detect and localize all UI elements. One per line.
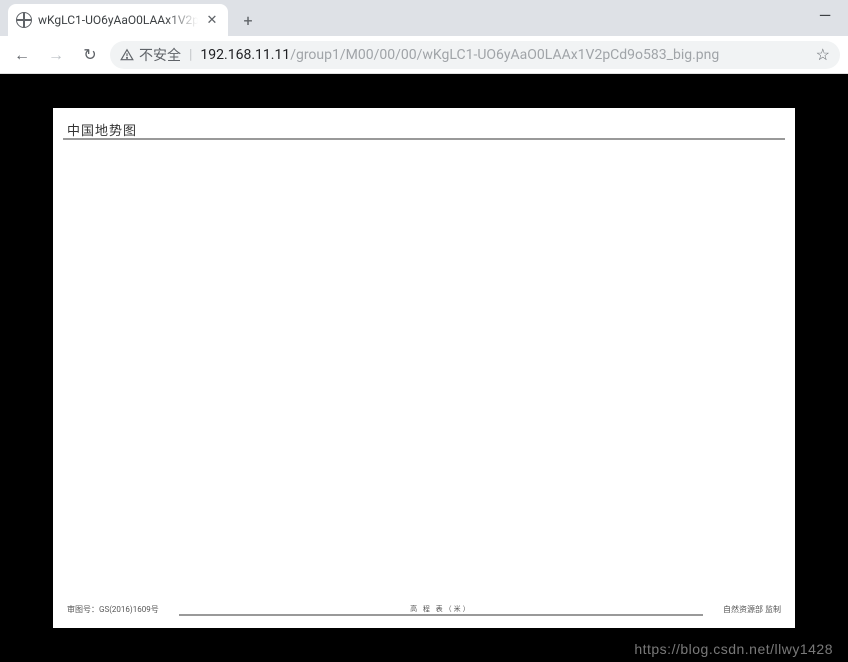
graticule-line bbox=[64, 139, 784, 140]
globe-icon bbox=[16, 12, 32, 28]
url-host: 192.168.11.11 bbox=[200, 47, 290, 63]
elevation-label: 高 程 表（米） bbox=[410, 604, 471, 614]
map-title: 中国地势图 bbox=[67, 120, 137, 139]
window-controls: — bbox=[802, 0, 848, 30]
insecure-icon: 不安全 bbox=[120, 45, 181, 65]
tab-strip: wKgLC1-UO6yAaO0LAAx1V2p ✕ + — bbox=[0, 0, 848, 36]
url-text: 192.168.11.11/group1/M00/00/00/wKgLC1-UO… bbox=[200, 47, 807, 63]
browser-tab[interactable]: wKgLC1-UO6yAaO0LAAx1V2p ✕ bbox=[8, 4, 228, 36]
new-tab-button[interactable]: + bbox=[234, 6, 262, 34]
graticule-line bbox=[64, 139, 784, 140]
graticule-line bbox=[64, 139, 784, 140]
graticule-line bbox=[64, 139, 784, 140]
elevation-bar: 高 程 表（米） bbox=[179, 604, 703, 614]
toolbar: ← → ↻ 不安全 | 192.168.11.11/group1/M00/00/… bbox=[0, 36, 848, 74]
map-image[interactable]: 中国地势图 南海诸岛 图例 国界省级行政区界地级界首都北京省级行政中 bbox=[53, 108, 795, 628]
tab-title: wKgLC1-UO6yAaO0LAAx1V2p bbox=[38, 13, 198, 27]
graticule-line bbox=[64, 139, 784, 140]
image-viewer: 中国地势图 南海诸岛 图例 国界省级行政区界地级界首都北京省级行政中 bbox=[0, 74, 848, 662]
address-bar[interactable]: 不安全 | 192.168.11.11/group1/M00/00/00/wKg… bbox=[110, 41, 840, 69]
map-canvas: 南海诸岛 图例 国界省级行政区界地级界首都北京省级行政中心（台湾省除外）河流 1… bbox=[63, 138, 785, 140]
reload-button[interactable]: ↻ bbox=[76, 41, 104, 69]
minimize-button[interactable]: — bbox=[802, 0, 848, 30]
map-scale: 1:16 000 000 bbox=[74, 138, 180, 140]
url-path: /group1/M00/00/00/wKgLC1-UO6yAaO0LAAx1V2… bbox=[290, 47, 719, 63]
close-tab-button[interactable]: ✕ bbox=[204, 12, 220, 28]
security-label: 不安全 bbox=[139, 45, 181, 65]
elevation-gradient bbox=[179, 614, 703, 616]
graticule-line bbox=[64, 139, 784, 140]
approval-number: 审图号：GS(2016)1609号 bbox=[67, 604, 159, 615]
publisher: 自然资源部 监制 bbox=[723, 604, 781, 615]
bookmark-icon[interactable]: ☆ bbox=[816, 45, 830, 64]
watermark: https://blog.csdn.net/llwy1428 bbox=[634, 641, 833, 657]
forward-button[interactable]: → bbox=[42, 41, 70, 69]
national-border bbox=[79, 138, 625, 140]
map-footer: 审图号：GS(2016)1609号 高 程 表（米） 自然资源部 监制 bbox=[63, 600, 785, 618]
back-button[interactable]: ← bbox=[8, 41, 36, 69]
